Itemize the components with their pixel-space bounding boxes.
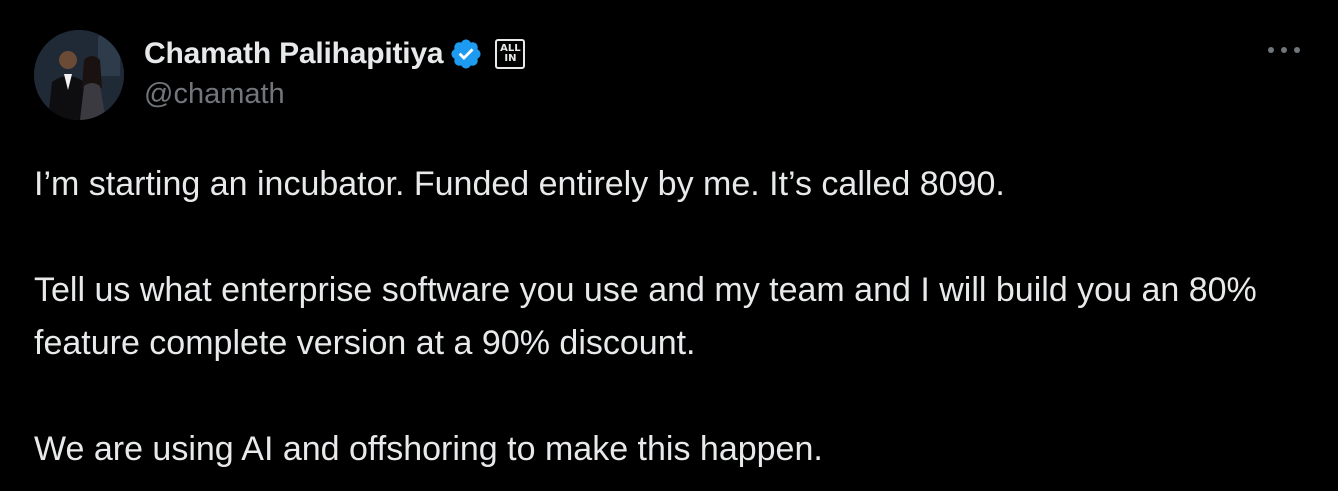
tweet-header: Chamath Palihapitiya ALL IN @chamath (34, 30, 526, 120)
tweet-paragraph: We are using AI and offshoring to make t… (34, 430, 823, 468)
avatar-photo (34, 30, 124, 120)
affiliate-badge-line2: IN (504, 53, 517, 64)
more-horizontal-icon (1268, 47, 1300, 53)
author-identity: Chamath Palihapitiya ALL IN @chamath (144, 34, 526, 111)
avatar[interactable] (34, 30, 124, 120)
author-handle[interactable]: @chamath (144, 78, 525, 111)
tweet-text: I’m starting an incubator. Funded entire… (34, 158, 1314, 476)
tweet-paragraph: Tell us what enterprise software you use… (34, 271, 1257, 362)
tweet-paragraph: I’m starting an incubator. Funded entire… (34, 165, 1005, 203)
display-name[interactable]: Chamath Palihapitiya (144, 37, 444, 71)
verified-badge-icon[interactable] (449, 37, 483, 71)
affiliate-badge-icon[interactable]: ALL IN (495, 39, 526, 69)
tweet: Chamath Palihapitiya ALL IN @chamath I’m… (0, 0, 1338, 491)
more-options-button[interactable] (1264, 38, 1304, 62)
name-row: Chamath Palihapitiya ALL IN (144, 34, 526, 74)
